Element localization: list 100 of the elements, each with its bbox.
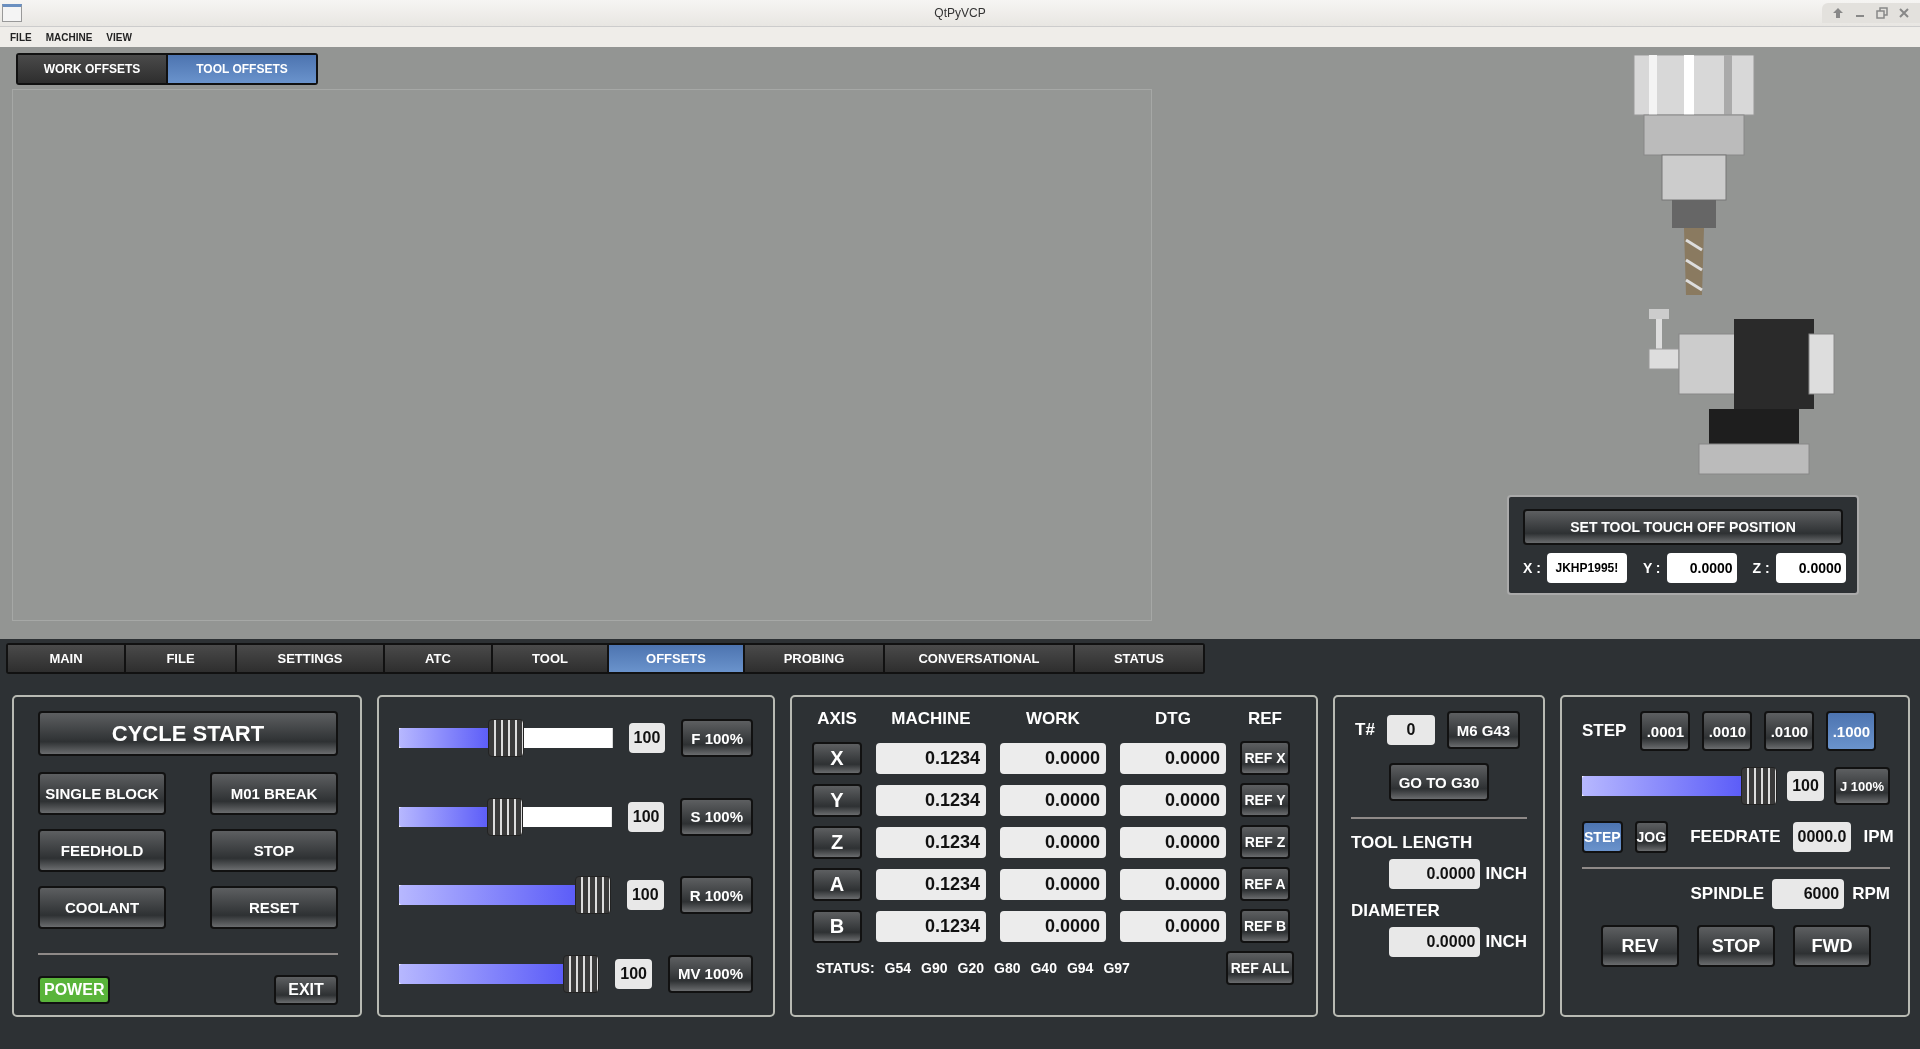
step-size-button[interactable]: .0001 bbox=[1640, 711, 1691, 751]
spindle-speed-field: 6000 bbox=[1772, 879, 1845, 909]
work-position: 0.0000 bbox=[1000, 868, 1106, 900]
position-input[interactable]: JKHP1995! bbox=[1546, 553, 1627, 583]
tab[interactable]: CONVERSATIONAL bbox=[885, 645, 1073, 672]
tab[interactable]: TOOL bbox=[493, 645, 607, 672]
menu-item[interactable]: FILE bbox=[10, 31, 32, 43]
tool-number-field[interactable]: 0 bbox=[1386, 715, 1435, 745]
diameter-field: 0.0000 bbox=[1389, 927, 1481, 957]
program-button[interactable]: RESET bbox=[210, 886, 338, 929]
ref-button[interactable]: REF A bbox=[1240, 867, 1290, 901]
program-button[interactable]: FEEDHOLD bbox=[38, 829, 166, 872]
program-button[interactable]: SINGLE BLOCK bbox=[38, 772, 166, 815]
distance-to-go: 0.0000 bbox=[1120, 868, 1226, 900]
axis-label: Y : bbox=[1642, 560, 1661, 576]
machine-position: 0.1234 bbox=[876, 868, 986, 900]
tool-length-field: 0.0000 bbox=[1389, 859, 1481, 889]
ref-button[interactable]: REF Y bbox=[1240, 783, 1290, 817]
override-reset-button[interactable]: MV 100% bbox=[667, 954, 753, 993]
menu-item[interactable]: MACHINE bbox=[45, 31, 93, 43]
window-title: QtPyVCP bbox=[934, 6, 986, 20]
tool-change-button[interactable]: M6 G43 bbox=[1446, 711, 1521, 749]
distance-to-go: 0.0000 bbox=[1120, 910, 1226, 942]
distance-to-go: 0.0000 bbox=[1120, 784, 1226, 816]
tab[interactable]: STATUS bbox=[1075, 645, 1203, 672]
position-input[interactable]: 0.0000 bbox=[1775, 553, 1846, 583]
machine-position: 0.1234 bbox=[876, 742, 986, 774]
tab[interactable]: ATC bbox=[385, 645, 491, 672]
ref-button[interactable]: REF Z bbox=[1240, 825, 1290, 859]
slider-thumb[interactable] bbox=[487, 719, 524, 757]
program-button[interactable]: COOLANT bbox=[38, 886, 166, 929]
program-button[interactable]: M01 BREAK bbox=[210, 772, 338, 815]
slider-thumb[interactable] bbox=[574, 876, 611, 915]
step-size-button[interactable]: .0010 bbox=[1702, 711, 1753, 751]
spindle-button[interactable]: STOP bbox=[1697, 925, 1775, 967]
gcode-status: G20 bbox=[957, 960, 984, 976]
tab[interactable]: OFFSETS bbox=[609, 645, 743, 672]
ref-button[interactable]: REF B bbox=[1240, 909, 1290, 943]
program-button[interactable]: STOP bbox=[210, 829, 338, 872]
unit-label: IPM bbox=[1863, 827, 1894, 847]
maximize-icon[interactable] bbox=[1876, 7, 1888, 19]
machine-position: 0.1234 bbox=[876, 784, 986, 816]
slider-thumb[interactable] bbox=[487, 797, 524, 836]
tab[interactable]: TOOL OFFSETS bbox=[168, 55, 316, 83]
unit-label: INCH bbox=[1485, 932, 1527, 952]
diameter-label: DIAMETER bbox=[1351, 901, 1441, 921]
tab[interactable]: SETTINGS bbox=[237, 645, 383, 672]
override-value: 100 bbox=[628, 723, 666, 753]
gcode-status: G94 bbox=[1066, 960, 1094, 976]
slider-thumb[interactable] bbox=[563, 954, 600, 993]
step-size-button[interactable]: .0100 bbox=[1764, 711, 1815, 751]
column-header: DTG bbox=[1154, 709, 1192, 730]
ref-button[interactable]: REF X bbox=[1240, 741, 1290, 775]
tab[interactable]: MAIN bbox=[8, 645, 124, 672]
override-reset-button[interactable]: F 100% bbox=[681, 719, 753, 757]
override-value: 100 bbox=[615, 958, 652, 989]
axis-label: X : bbox=[1523, 560, 1541, 576]
go-to-g30-button[interactable]: GO TO G30 bbox=[1388, 763, 1490, 801]
position-input[interactable]: 0.0000 bbox=[1666, 553, 1737, 583]
feedrate-label: FEEDRATE bbox=[1690, 827, 1781, 847]
override-reset-button[interactable]: R 100% bbox=[679, 876, 753, 915]
axis-button[interactable]: Z bbox=[812, 825, 862, 859]
jog-speed-value: 100 bbox=[1787, 771, 1824, 801]
column-header: MACHINE bbox=[890, 709, 972, 730]
menu-item[interactable]: VIEW bbox=[106, 31, 132, 43]
spindle-button[interactable]: REV bbox=[1601, 925, 1679, 967]
tool-length-label: TOOL LENGTH bbox=[1351, 833, 1474, 853]
window-icon bbox=[2, 4, 22, 22]
tab[interactable]: WORK OFFSETS bbox=[18, 55, 166, 83]
work-position: 0.0000 bbox=[1000, 826, 1106, 858]
axis-button[interactable]: Y bbox=[812, 783, 862, 817]
close-icon[interactable] bbox=[1898, 7, 1910, 19]
tab[interactable]: PROBING bbox=[745, 645, 883, 672]
axis-button[interactable]: B bbox=[812, 909, 862, 943]
machine-position: 0.1234 bbox=[876, 826, 986, 858]
exit-button[interactable]: EXIT bbox=[274, 975, 338, 1005]
step-size-button[interactable]: .1000 bbox=[1826, 711, 1877, 751]
column-header: WORK bbox=[1025, 709, 1081, 730]
tool-number-label: T# bbox=[1355, 720, 1375, 740]
override-reset-button[interactable]: S 100% bbox=[680, 797, 753, 836]
cycle-start-button[interactable]: CYCLE START bbox=[38, 711, 338, 756]
override-value: 100 bbox=[626, 880, 664, 911]
axis-label: Z : bbox=[1752, 560, 1770, 576]
distance-to-go: 0.0000 bbox=[1120, 826, 1226, 858]
jog-mode-button[interactable]: JOG bbox=[1634, 821, 1669, 853]
ref-all-button[interactable]: REF ALL bbox=[1226, 951, 1294, 985]
tab[interactable]: FILE bbox=[126, 645, 235, 672]
jog-reset-button[interactable]: J 100% bbox=[1833, 767, 1890, 805]
unit-label: INCH bbox=[1485, 864, 1527, 884]
column-header: REF bbox=[1247, 709, 1283, 730]
work-position: 0.0000 bbox=[1000, 910, 1106, 942]
step-label: STEP bbox=[1582, 721, 1627, 741]
slider-thumb[interactable] bbox=[1741, 767, 1778, 805]
set-touch-off-button[interactable]: SET TOOL TOUCH OFF POSITION bbox=[1523, 509, 1843, 545]
axis-button[interactable]: X bbox=[812, 741, 862, 775]
axis-button[interactable]: A bbox=[812, 867, 862, 901]
gcode-status: G97 bbox=[1103, 960, 1130, 976]
work-position: 0.0000 bbox=[1000, 742, 1106, 774]
spindle-button[interactable]: FWD bbox=[1793, 925, 1871, 967]
jog-mode-button[interactable]: STEP bbox=[1582, 821, 1623, 853]
